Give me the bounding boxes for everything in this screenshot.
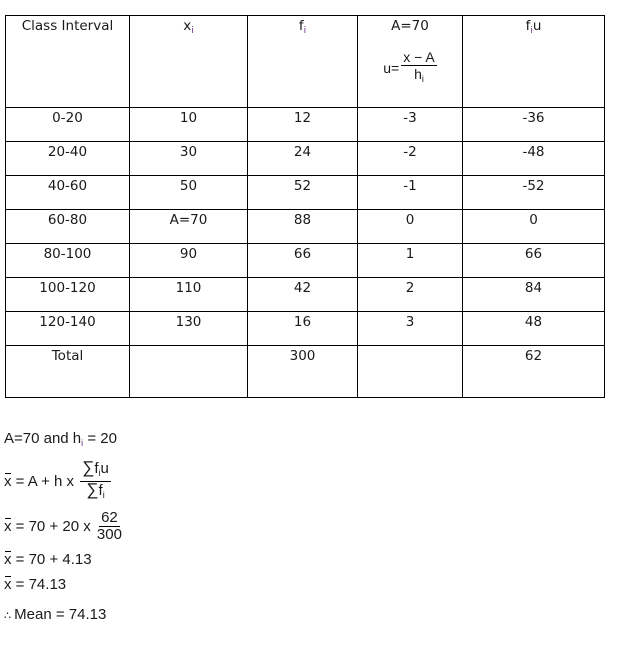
assumed-mean-label: A=70: [391, 18, 429, 34]
cell-xi: A=70: [129, 209, 248, 244]
cell-xi: 90: [129, 243, 248, 278]
substitution-step: x = 70 + 20 x 62 300: [4, 509, 122, 543]
frequency-table: Class Interval xi fi A=70 u= x − A hi fi…: [5, 15, 605, 398]
header-fi: fi: [247, 15, 358, 108]
table-row: 20-40 30 24 -2 -48: [5, 141, 605, 176]
cell-class-interval: 20-40: [5, 141, 130, 176]
cell-u: -3: [357, 107, 463, 142]
formula-fraction: ∑fiu ∑fi: [80, 458, 111, 500]
result-step: x = 74.13: [4, 576, 67, 593]
x-bar: x: [4, 551, 12, 568]
cell-u: 2: [357, 277, 463, 312]
x-bar: x: [4, 518, 12, 535]
cell-fi: 24: [247, 141, 358, 176]
cell-fiu: 0: [462, 209, 605, 244]
cell-class-interval: 80-100: [5, 243, 130, 278]
cell-fiu: 84: [462, 277, 605, 312]
cell-xi: 110: [129, 277, 248, 312]
table-total-row: Total 300 62: [5, 345, 605, 398]
u-formula: u= x − A hi: [383, 49, 437, 87]
table-header-row: Class Interval xi fi A=70 u= x − A hi fi…: [5, 15, 605, 108]
header-class-interval: Class Interval: [5, 15, 130, 108]
x-bar: x: [4, 473, 12, 490]
mean-formula: x = A + h x ∑fiu ∑fi: [4, 458, 111, 503]
total-fi: 300: [247, 345, 358, 398]
cell-fi: 12: [247, 107, 358, 142]
total-u: [357, 345, 463, 398]
cell-fiu: 48: [462, 311, 605, 346]
cell-fi: 16: [247, 311, 358, 346]
cell-fiu: -48: [462, 141, 605, 176]
cell-fi: 52: [247, 175, 358, 210]
table-row: 80-100 90 66 1 66: [5, 243, 605, 278]
cell-u: -1: [357, 175, 463, 210]
sigma-icon: ∑: [82, 458, 95, 477]
table-row: 60-80 A=70 88 0 0: [5, 209, 605, 244]
total-fiu: 62: [462, 345, 605, 398]
header-u: A=70 u= x − A hi: [357, 15, 463, 108]
cell-fiu: -52: [462, 175, 605, 210]
cell-class-interval: 0-20: [5, 107, 130, 142]
cell-xi: 30: [129, 141, 248, 176]
cell-class-interval: 40-60: [5, 175, 130, 210]
given-values: A=70 and hi = 20: [4, 430, 117, 448]
sigma-icon: ∑: [86, 480, 99, 499]
total-label: Total: [5, 345, 130, 398]
cell-xi: 50: [129, 175, 248, 210]
cell-class-interval: 60-80: [5, 209, 130, 244]
cell-fi: 88: [247, 209, 358, 244]
cell-u: -2: [357, 141, 463, 176]
table-row: 0-20 10 12 -3 -36: [5, 107, 605, 142]
cell-fiu: -36: [462, 107, 605, 142]
header-xi: xi: [129, 15, 248, 108]
cell-fiu: 66: [462, 243, 605, 278]
header-fiu: fiu: [462, 15, 605, 108]
x-bar: x: [4, 576, 12, 593]
cell-u: 3: [357, 311, 463, 346]
simplify-step: x = 70 + 4.13: [4, 551, 92, 568]
cell-u: 0: [357, 209, 463, 244]
u-fraction: x − A hi: [401, 49, 437, 84]
total-xi: [129, 345, 248, 398]
conclusion: ∴ Mean = 74.13: [4, 606, 107, 623]
cell-xi: 130: [129, 311, 248, 346]
table-row: 100-120 110 42 2 84: [5, 277, 605, 312]
value-fraction: 62 300: [96, 509, 122, 543]
cell-fi: 66: [247, 243, 358, 278]
table-row: 120-140 130 16 3 48: [5, 311, 605, 346]
cell-fi: 42: [247, 277, 358, 312]
cell-class-interval: 100-120: [5, 277, 130, 312]
cell-u: 1: [357, 243, 463, 278]
cell-xi: 10: [129, 107, 248, 142]
cell-class-interval: 120-140: [5, 311, 130, 346]
table-row: 40-60 50 52 -1 -52: [5, 175, 605, 210]
